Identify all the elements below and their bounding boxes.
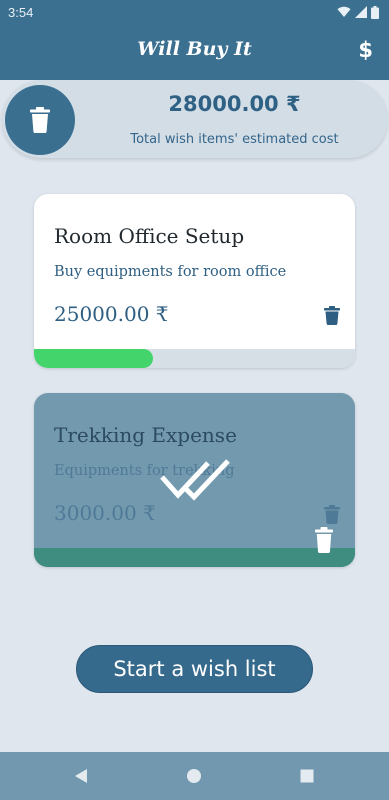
status-time: 3:54 bbox=[8, 4, 34, 20]
start-wish-list-button[interactable]: Start a wish list bbox=[76, 645, 313, 693]
battery-icon bbox=[371, 5, 379, 19]
signal-icon bbox=[355, 6, 367, 18]
wish-progress-fill bbox=[34, 548, 355, 567]
total-cost-label: Total wish items' estimated cost bbox=[130, 132, 339, 147]
wish-progress-bar bbox=[34, 548, 355, 567]
wish-title: Room Office Setup bbox=[54, 224, 245, 248]
status-icons bbox=[337, 5, 379, 19]
wish-card[interactable]: Room Office Setup Buy equipments for roo… bbox=[34, 194, 355, 368]
delete-icon[interactable] bbox=[324, 306, 340, 325]
wish-amount: 3000.00 ₹ bbox=[54, 501, 156, 525]
app-title: Will Buy It bbox=[137, 38, 252, 60]
wish-progress-bar bbox=[34, 349, 355, 368]
delete-icon[interactable] bbox=[315, 527, 333, 553]
navigation-bar bbox=[0, 752, 389, 800]
wish-progress-fill bbox=[34, 349, 153, 368]
wish-card[interactable]: Trekking Expense Equipments for trekking… bbox=[34, 393, 355, 567]
double-check-icon bbox=[160, 459, 230, 501]
wifi-icon bbox=[337, 6, 351, 18]
wish-amount: 25000.00 ₹ bbox=[54, 302, 169, 326]
delete-icon bbox=[30, 107, 50, 133]
summary-delete-button[interactable] bbox=[5, 85, 75, 155]
back-icon[interactable] bbox=[73, 768, 89, 784]
app-bar: Will Buy It $ bbox=[0, 24, 389, 80]
delete-icon[interactable] bbox=[324, 505, 340, 524]
wish-title: Trekking Expense bbox=[54, 423, 237, 447]
home-icon[interactable] bbox=[186, 768, 202, 784]
recents-icon[interactable] bbox=[299, 768, 315, 784]
wish-description: Buy equipments for room office bbox=[54, 264, 287, 280]
status-bar: 3:54 bbox=[0, 0, 389, 24]
total-cost-amount: 28000.00 ₹ bbox=[168, 92, 301, 116]
dollar-icon[interactable]: $ bbox=[358, 38, 373, 62]
